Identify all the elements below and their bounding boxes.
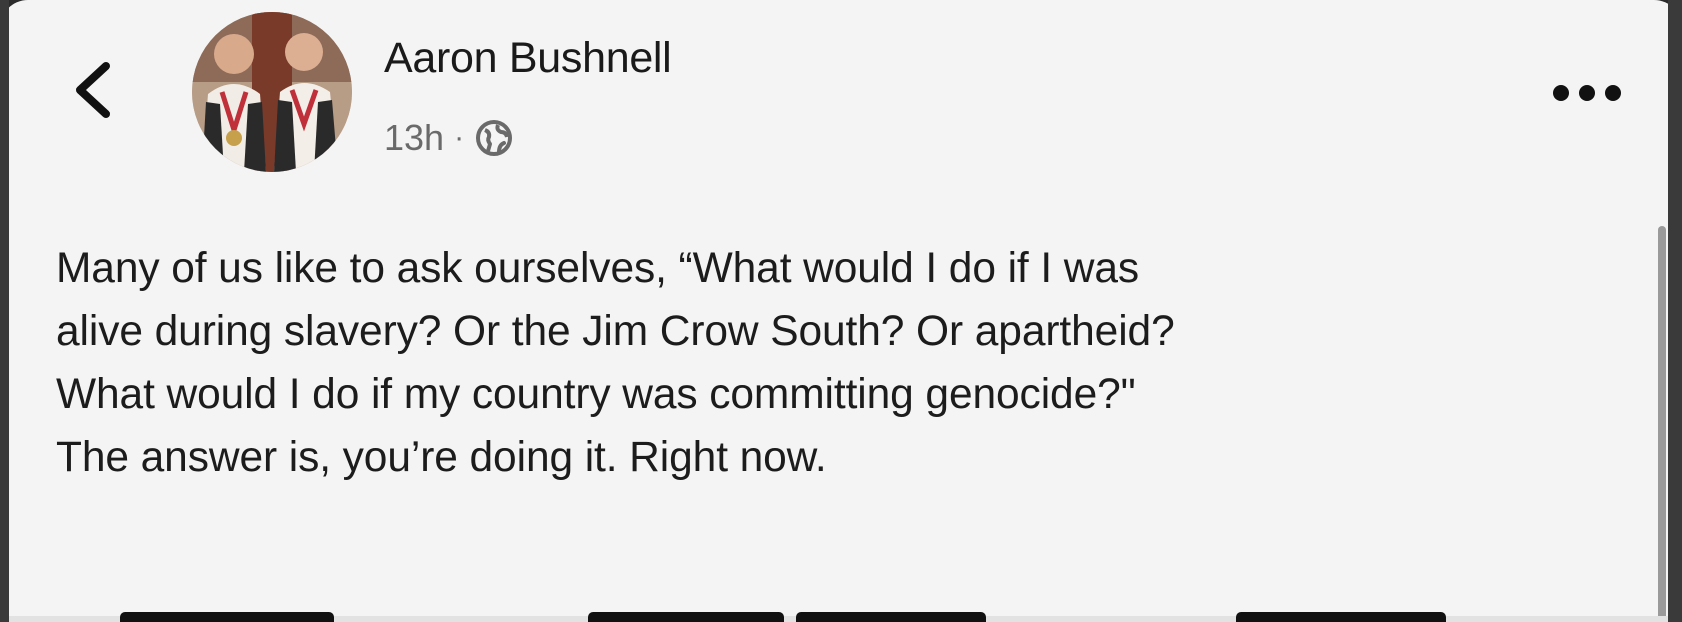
post-card: Aaron Bushnell 13h · Many of us like to … [0,0,1682,622]
globe-icon [476,120,513,156]
author-name[interactable]: Aaron Bushnell [384,34,672,83]
more-horizontal-icon [1553,85,1621,101]
chevron-left-icon [76,62,110,118]
action-bar-segment [120,612,334,622]
post-meta: 13h · [384,116,514,160]
window-edge [0,0,9,622]
action-bar-segment [1236,612,1446,622]
post-text: Many of us like to ask ourselves, “What … [56,237,1616,489]
avatar[interactable] [192,12,352,172]
more-options-button[interactable] [1546,78,1628,108]
post-text-line: alive during slavery? Or the Jim Crow So… [56,308,1175,355]
avatar-photo [192,12,352,172]
window-edge [1668,0,1682,622]
post-text-line: What would I do if my country was commit… [56,371,1136,418]
back-button[interactable] [68,58,116,122]
scrollbar[interactable] [1658,226,1666,622]
post-text-line: The answer is, you’re doing it. Right no… [56,434,827,481]
post-time[interactable]: 13h [384,117,444,159]
action-bar-segment [588,612,784,622]
meta-separator: · [454,121,465,154]
post-text-line: Many of us like to ask ourselves, “What … [56,245,1140,292]
action-bar-segment [796,612,986,622]
